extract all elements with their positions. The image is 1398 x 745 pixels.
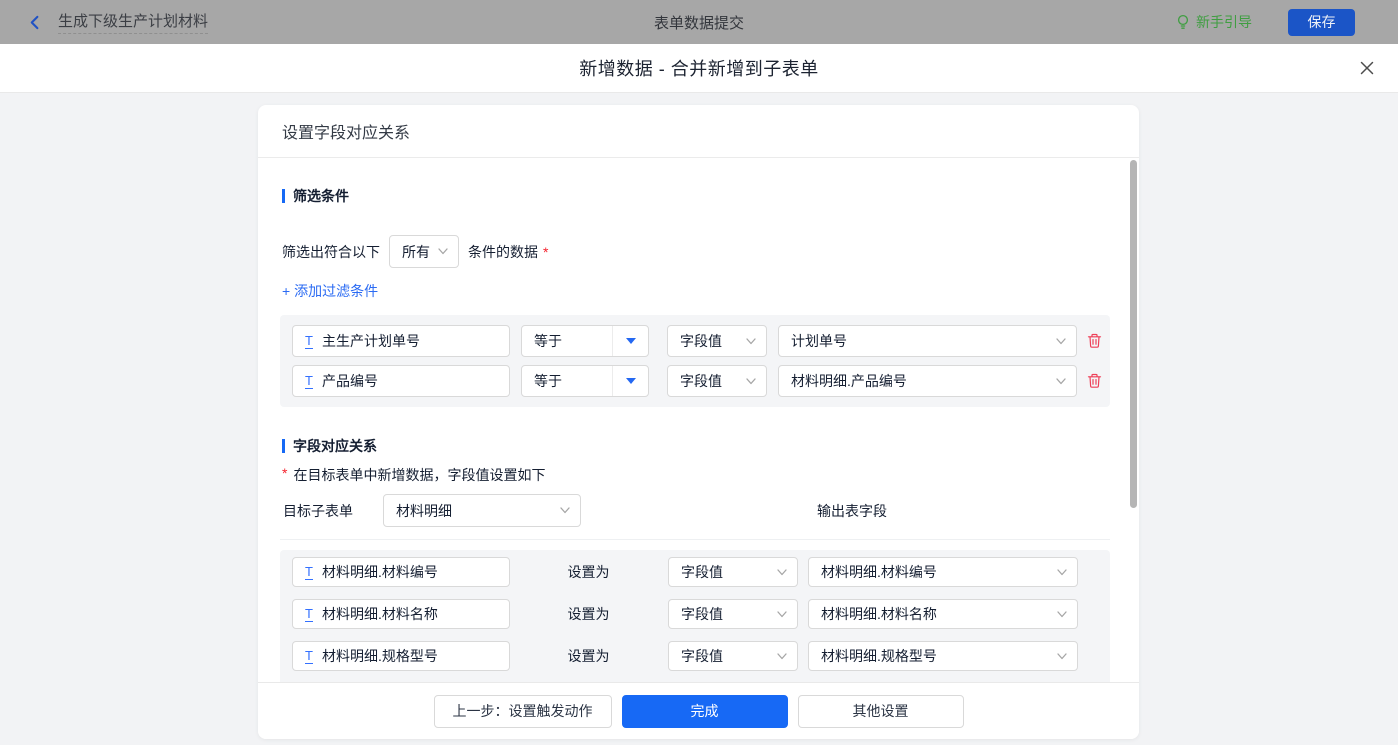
caret-down-icon (612, 326, 648, 356)
chevron-down-icon (1057, 569, 1067, 576)
match-mode-select[interactable]: 所有 (389, 235, 459, 268)
value-type-select[interactable]: 字段值 (668, 599, 798, 629)
target-subform-label: 目标子表单 (283, 501, 353, 521)
trash-icon[interactable] (1086, 373, 1102, 390)
section-divider (280, 539, 1110, 540)
required-mark: * (282, 465, 287, 481)
scrollbar-thumb[interactable] (1130, 160, 1137, 508)
set-to-label: 设置为 (567, 562, 610, 582)
modal-header: 新增数据 - 合并新增到子表单 (0, 44, 1398, 93)
close-icon[interactable] (1358, 59, 1376, 77)
previous-step-button[interactable]: 上一步：设置触发动作 (434, 695, 612, 728)
set-to-label: 设置为 (567, 646, 610, 666)
card-body: 筛选条件 筛选出符合以下 所有 条件的数据 * + 添加过滤条件 T 主生产计划… (258, 158, 1139, 682)
filter-value-select[interactable]: 材料明细.产品编号 (778, 365, 1077, 397)
chevron-down-icon (746, 378, 756, 385)
mapping-note: * 在目标表单中新增数据，字段值设置如下 (282, 465, 1139, 485)
filter-section-title: 筛选条件 (282, 186, 1139, 206)
other-settings-button[interactable]: 其他设置 (798, 695, 964, 728)
done-button[interactable]: 完成 (622, 695, 788, 728)
caret-down-icon (612, 366, 648, 396)
chevron-down-icon (746, 338, 756, 345)
card-title: 设置字段对应关系 (258, 105, 1139, 158)
lightbulb-icon (1176, 14, 1190, 30)
mapping-row: T 材料明细.规格型号 设置为 字段值 材料明细.规格型号 (292, 641, 1110, 671)
required-mark: * (543, 244, 548, 260)
toolbar-right: 新手引导 保存 (1176, 9, 1398, 36)
filter-condition-line: 筛选出符合以下 所有 条件的数据 * (282, 235, 1139, 268)
save-button[interactable]: 保存 (1288, 9, 1355, 36)
modal-title: 新增数据 - 合并新增到子表单 (579, 55, 819, 81)
chevron-down-icon (1056, 378, 1066, 385)
app-window: 生成下级生产计划材料 表单数据提交 新手引导 保存 新增数据 - 合并新增到子表… (0, 0, 1398, 745)
mapping-row: T 材料明细.材料名称 设置为 字段值 材料明细.材料名称 (292, 599, 1110, 629)
trash-icon[interactable] (1086, 333, 1102, 350)
text-field-icon: T (305, 607, 313, 622)
settings-card: 设置字段对应关系 筛选条件 筛选出符合以下 所有 条件的数据 * + 添加过滤条… (258, 105, 1139, 739)
value-type-select[interactable]: 字段值 (667, 365, 767, 397)
text-field-icon: T (305, 374, 313, 389)
mapping-rows-panel: T 材料明细.材料编号 设置为 字段值 材料明细.材料编号 (280, 550, 1110, 682)
chevron-down-icon (438, 248, 448, 255)
chevron-down-icon (1056, 338, 1066, 345)
value-type-select[interactable]: 字段值 (668, 557, 798, 587)
mapping-value-select[interactable]: 材料明细.规格型号 (808, 641, 1078, 671)
set-to-label: 设置为 (567, 604, 610, 624)
filter-field-select[interactable]: T 主生产计划单号 (292, 325, 510, 357)
filter-suffix-text: 条件的数据 (468, 242, 538, 262)
add-filter-link[interactable]: + 添加过滤条件 (282, 281, 378, 301)
chevron-down-icon (560, 507, 570, 514)
filter-row: T 产品编号 等于 字段值 材料明细.产品编号 (292, 365, 1110, 397)
filter-rows-panel: T 主生产计划单号 等于 字段值 计划单号 (280, 315, 1110, 407)
output-fields-label: 输出表字段 (817, 501, 887, 521)
operator-select[interactable]: 等于 (521, 325, 649, 357)
section-accent-bar (282, 439, 285, 453)
target-subform-row: 目标子表单 材料明细 输出表字段 (283, 494, 1139, 527)
mapping-row: T 材料明细.材料编号 设置为 字段值 材料明细.材料编号 (292, 557, 1110, 587)
guide-link[interactable]: 新手引导 (1176, 12, 1252, 32)
guide-label: 新手引导 (1196, 12, 1252, 32)
value-type-select[interactable]: 字段值 (668, 641, 798, 671)
filter-prefix-text: 筛选出符合以下 (282, 242, 380, 262)
value-type-select[interactable]: 字段值 (667, 325, 767, 357)
filter-field-select[interactable]: T 产品编号 (292, 365, 510, 397)
filter-row: T 主生产计划单号 等于 字段值 计划单号 (292, 325, 1110, 357)
mapping-field[interactable]: T 材料明细.材料编号 (292, 557, 510, 587)
target-subform-select[interactable]: 材料明细 (383, 494, 581, 527)
chevron-down-icon (777, 653, 787, 660)
chevron-down-icon (1057, 653, 1067, 660)
text-field-icon: T (305, 649, 313, 664)
mapping-value-select[interactable]: 材料明细.材料编号 (808, 557, 1078, 587)
modal-footer: 上一步：设置触发动作 完成 其他设置 (258, 682, 1139, 739)
mapping-value-select[interactable]: 材料明细.材料名称 (808, 599, 1078, 629)
text-field-icon: T (305, 565, 313, 580)
filter-value-select[interactable]: 计划单号 (778, 325, 1077, 357)
mapping-field[interactable]: T 材料明细.材料名称 (292, 599, 510, 629)
top-toolbar: 生成下级生产计划材料 表单数据提交 新手引导 保存 (0, 0, 1398, 44)
mapping-section-title: 字段对应关系 (282, 436, 1139, 456)
chevron-down-icon (1057, 611, 1067, 618)
operator-select[interactable]: 等于 (521, 365, 649, 397)
section-accent-bar (282, 189, 285, 203)
text-field-icon: T (305, 334, 313, 349)
chevron-down-icon (777, 569, 787, 576)
mapping-field[interactable]: T 材料明细.规格型号 (292, 641, 510, 671)
chevron-down-icon (777, 611, 787, 618)
